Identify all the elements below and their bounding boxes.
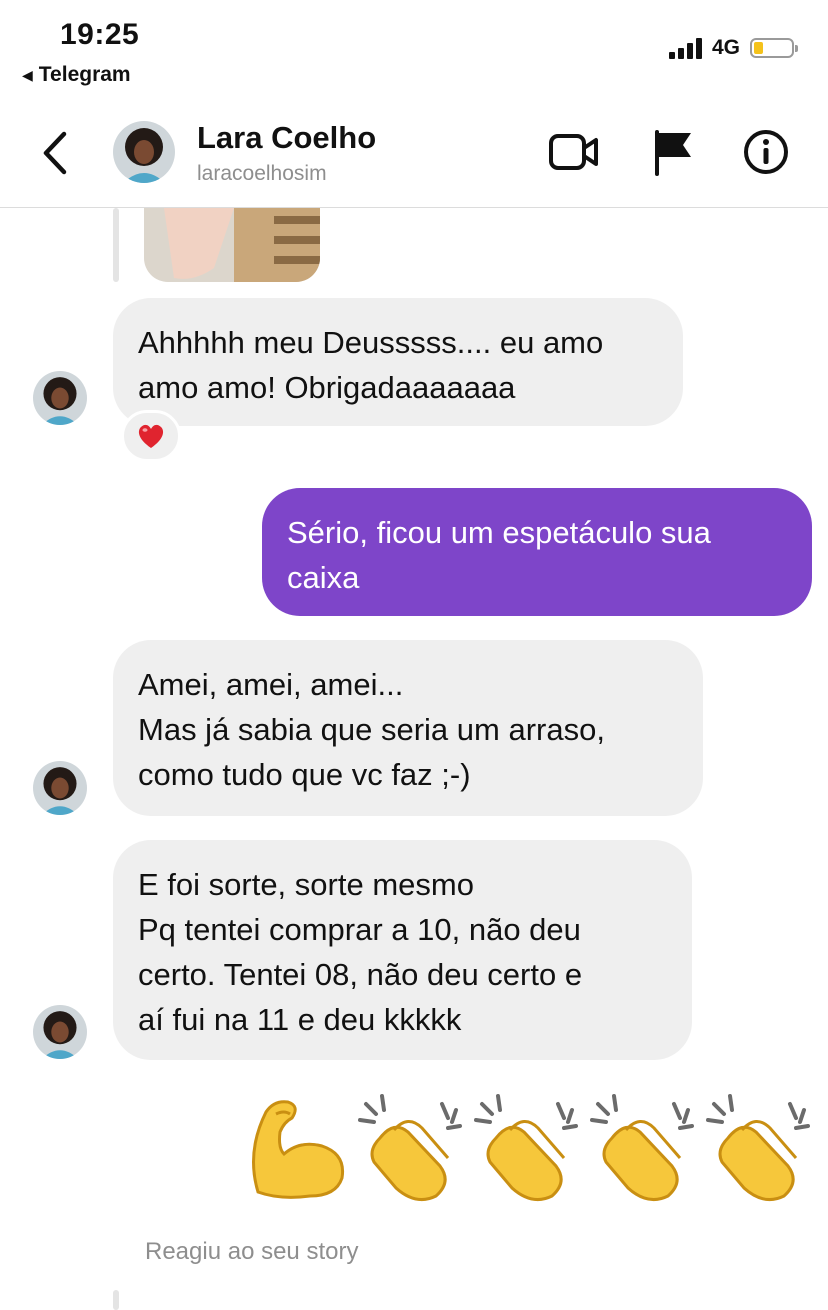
chat-header: Lara Coelho laracoelhosim	[0, 100, 828, 208]
info-button[interactable]	[740, 128, 792, 176]
sender-avatar[interactable]	[33, 371, 87, 425]
message-line: caixa	[287, 560, 360, 595]
message-line: E foi sorte, sorte mesmo	[138, 867, 474, 902]
flag-icon	[655, 130, 691, 176]
story-reply-line	[113, 1290, 119, 1310]
message-line: Amei, amei, amei...	[138, 667, 404, 702]
story-reply-line	[113, 208, 119, 282]
back-button[interactable]	[36, 126, 76, 180]
contact-username[interactable]: laracoelhosim	[197, 162, 327, 186]
network-type: 4G	[711, 36, 740, 59]
message-line: Mas já sabia que seria um arraso,	[138, 712, 605, 747]
avatar-image	[33, 371, 87, 425]
clapping-hands-icon	[474, 1094, 578, 1202]
back-app-label: Telegram	[38, 63, 131, 86]
avatar-image	[33, 1005, 87, 1059]
avatar-image	[113, 121, 175, 183]
heart-icon	[138, 424, 164, 448]
video-call-icon	[549, 134, 598, 170]
contact-name[interactable]: Lara Coelho	[197, 120, 376, 156]
story-image	[144, 208, 320, 282]
story-reaction-caption: Reagiu ao seu story	[145, 1238, 359, 1265]
story-thumbnail[interactable]	[144, 208, 320, 282]
report-button[interactable]	[646, 128, 698, 176]
back-icon	[43, 131, 67, 175]
back-to-telegram[interactable]: ◀ Telegram	[22, 63, 131, 87]
message-line: Ahhhhh meu Deusssss.... eu amo	[138, 325, 604, 360]
clapping-hands-icon	[358, 1094, 462, 1202]
message-line: certo. Tentei 08, não deu certo e	[138, 957, 583, 992]
signal-icon	[668, 37, 702, 59]
battery-fill	[754, 42, 763, 54]
contact-avatar[interactable]	[113, 121, 175, 183]
incoming-message[interactable]: E foi sorte, sorte mesmo Pq tentei compr…	[113, 840, 692, 1060]
flexed-biceps-icon	[252, 1100, 345, 1199]
message-line: como tudo que vc faz ;-)	[138, 757, 471, 792]
back-triangle-icon: ◀	[22, 66, 33, 83]
sender-avatar[interactable]	[33, 1005, 87, 1059]
sender-avatar[interactable]	[33, 761, 87, 815]
incoming-message[interactable]: Ahhhhh meu Deusssss.... eu amo amo amo! …	[113, 298, 683, 426]
clapping-hands-icon	[706, 1094, 810, 1202]
emoji-message[interactable]	[240, 1092, 816, 1204]
message-line: Pq tentei comprar a 10, não deu	[138, 912, 581, 947]
heart-reaction[interactable]	[121, 410, 181, 462]
video-call-button[interactable]	[548, 128, 600, 176]
clapping-hands-icon	[590, 1094, 694, 1202]
battery-icon	[750, 38, 798, 58]
avatar-image	[33, 761, 87, 815]
status-indicators: 4G	[668, 36, 798, 60]
message-line: Sério, ficou um espetáculo sua	[287, 515, 711, 550]
status-time: 19:25	[60, 18, 140, 51]
message-line: amo amo! Obrigadaaaaaaa	[138, 370, 516, 405]
outgoing-message[interactable]: Sério, ficou um espetáculo sua caixa	[262, 488, 812, 616]
info-icon	[744, 130, 788, 174]
message-line: aí fui na 11 e deu kkkkk	[138, 1002, 462, 1037]
incoming-message[interactable]: Amei, amei, amei... Mas já sabia que ser…	[113, 640, 703, 816]
